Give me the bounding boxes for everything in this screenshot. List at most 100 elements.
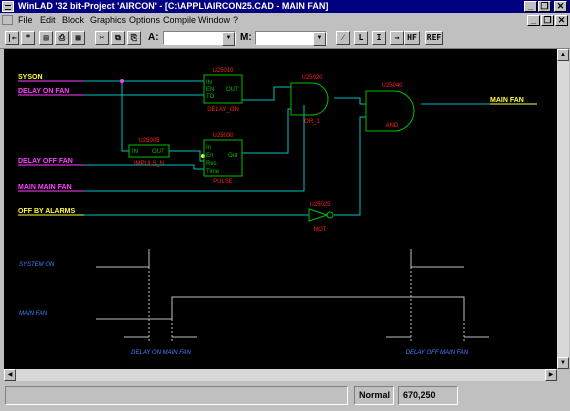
horizontal-scrollbar[interactable] [4, 369, 557, 381]
cut-icon[interactable]: ✂ [95, 31, 109, 45]
pulse-tag: PULSE [213, 179, 233, 185]
signal-label-syson[interactable]: SYSON [18, 74, 43, 81]
junction-dot [120, 79, 124, 83]
pulse-pin-out: Out [228, 153, 238, 159]
timer-on-id: U25010 [212, 68, 234, 74]
scroll-corner [557, 369, 569, 381]
i-tool-button[interactable]: I [372, 31, 386, 45]
timing-delay-on-label: DELAY ON MAIN FAN [131, 350, 191, 356]
menu-options[interactable]: Options [129, 13, 160, 27]
signal-label-main-main[interactable]: MAIN MAIN FAN [18, 184, 72, 191]
doc-restore-button[interactable]: ❐ [541, 15, 554, 26]
hf-button[interactable]: HF [404, 31, 420, 45]
close-button[interactable]: ✕ [554, 1, 567, 12]
timer-pin-en: EN [206, 87, 214, 93]
combo-m-select[interactable]: ▼ [255, 31, 327, 46]
signal-label-delay-off[interactable]: DELAY OFF FAN [18, 158, 73, 165]
label-underlines-yellow [18, 103, 537, 216]
pulse-id: U25030 [212, 133, 234, 139]
pulse-pin-res: Res [206, 161, 217, 167]
wire-not-alarm [334, 116, 366, 216]
chevron-down-icon[interactable]: ▼ [313, 32, 326, 46]
not-gate-alarm[interactable]: U25025 NOT [308, 202, 334, 233]
restore-button[interactable]: ❐ [538, 1, 551, 12]
wire-syson-branch [121, 81, 129, 152]
menu-block[interactable]: Block [62, 13, 84, 27]
timer-pin-in: IN [206, 80, 212, 86]
trace-system-on-b [410, 249, 464, 268]
impuls-not-block[interactable]: U25005 IN OUT IMPULS_N [128, 138, 170, 167]
diagram-svg: SYSON DELAY ON FAN DELAY OFF FAN MAIN MA… [18, 68, 537, 356]
grid-icon[interactable]: ▦ [71, 31, 85, 45]
document-icon[interactable] [2, 15, 13, 25]
and1-tag: OR_1 [304, 119, 320, 125]
connect-tool-icon[interactable]: → [390, 31, 404, 45]
pulse-pin-en: En [206, 153, 213, 159]
menu-help[interactable]: ? [233, 13, 238, 27]
wire-main-main [84, 105, 305, 192]
status-coords: 670,250 [398, 386, 458, 405]
minimize-button[interactable]: _ [524, 1, 537, 12]
menu-window[interactable]: Window [198, 13, 230, 27]
menu-edit[interactable]: Edit [40, 13, 56, 27]
trace-system-on-a [96, 249, 150, 268]
scroll-left-icon[interactable]: ◀ [4, 369, 16, 381]
timer-pin-to: TO [206, 94, 215, 100]
menu-compile[interactable]: Compile [163, 13, 196, 27]
signal-label-main-fan[interactable]: MAIN FAN [490, 97, 524, 104]
pulse-pin-in: In [206, 145, 211, 151]
and-gate-2[interactable]: U25040 AND [365, 83, 415, 132]
menu-bar [0, 13, 570, 27]
status-message [5, 386, 348, 405]
combo-a-select[interactable]: ▼ [163, 31, 236, 46]
app-icon[interactable] [2, 1, 14, 12]
not-alarm-tag: NOT [314, 227, 327, 233]
wire-timer-out [242, 86, 291, 101]
wire-or-out [334, 97, 366, 105]
status-mode: Normal [354, 386, 394, 405]
label-underlines [18, 80, 84, 192]
timer-on-tag: DELAY_ON [207, 107, 239, 113]
menu-file[interactable]: File [18, 13, 33, 27]
combo-m-label: M: [240, 32, 252, 43]
signal-label-delay-on[interactable]: DELAY ON FAN [18, 88, 69, 95]
signal-label-alarms[interactable]: OFF BY ALARMS [18, 208, 75, 215]
pulse-block[interactable]: U25030 In En Res Time Out PULSE [203, 133, 243, 185]
menu-graphics[interactable]: Graphics [90, 13, 126, 27]
paste-icon[interactable]: ⎘ [127, 31, 141, 45]
first-icon[interactable]: |← [5, 31, 19, 45]
and2-id: U25040 [381, 83, 403, 89]
doc-minimize-button[interactable]: _ [527, 15, 540, 26]
scroll-right-icon[interactable]: ▶ [545, 369, 557, 381]
vertical-scrollbar[interactable] [557, 49, 569, 369]
not-alarm-id: U25025 [309, 202, 331, 208]
save-icon[interactable]: ▤ [39, 31, 53, 45]
and-gate-1[interactable]: U25020 OR_1 [290, 75, 329, 125]
l-tool-button[interactable]: L [354, 31, 368, 45]
scroll-up-icon[interactable]: ▲ [557, 49, 569, 61]
print-icon[interactable]: ⎙ [55, 31, 69, 45]
scroll-down-icon[interactable]: ▼ [557, 357, 569, 369]
timing-row-main-fan: MAIN FAN [19, 311, 48, 317]
wire-not-out [169, 150, 204, 162]
impuls-tag: IMPULS_N [134, 161, 164, 167]
and1-id: U25020 [301, 75, 323, 81]
timing-delay-off-label: DELAY OFF MAIN FAN [406, 350, 469, 356]
line-tool-icon[interactable]: ⁄ [336, 31, 350, 45]
pulse-pin-time: Time [206, 169, 220, 175]
timer-on-block[interactable]: U25010 IN EN TO OUT DELAY_ON [203, 68, 243, 113]
impuls-id: U25005 [138, 138, 160, 144]
new-icon[interactable]: * [21, 31, 35, 45]
ladder-canvas[interactable]: SYSON DELAY ON FAN DELAY OFF FAN MAIN MA… [4, 49, 557, 369]
chevron-down-icon[interactable]: ▼ [222, 32, 235, 46]
copy-icon[interactable]: ⧉ [111, 31, 125, 45]
impuls-pin-in: IN [132, 149, 138, 155]
timing-diagram [96, 249, 489, 341]
wires [18, 80, 537, 216]
wire-pulse-out [242, 108, 291, 154]
timing-guides [148, 267, 465, 341]
doc-close-button[interactable]: ✕ [555, 15, 568, 26]
trace-main-fan [96, 296, 465, 320]
timing-row-system-on: SYSTEM ON [19, 262, 55, 268]
ref-button[interactable]: REF [425, 31, 443, 45]
